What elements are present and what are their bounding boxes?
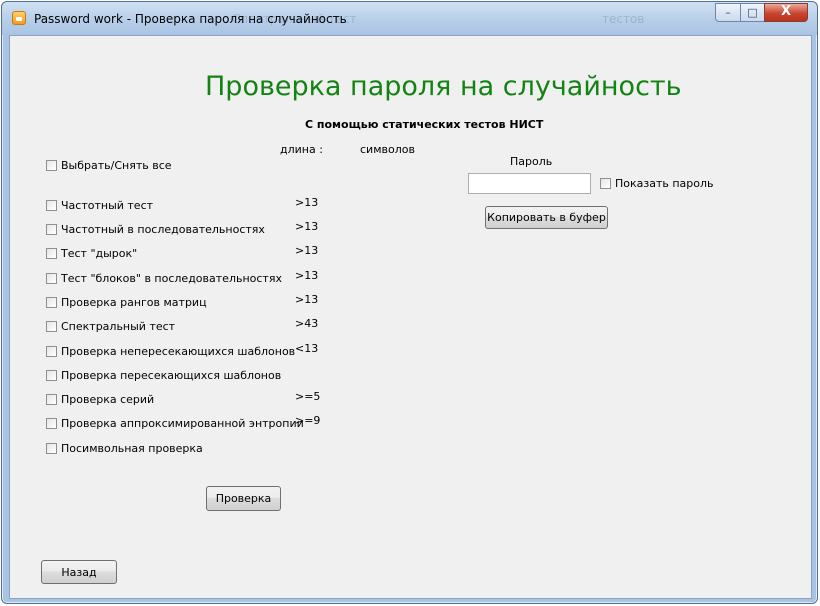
app-window: Спектральный тест тестов Password work -…: [1, 1, 818, 604]
checkbox-box[interactable]: [46, 160, 57, 171]
test-threshold: >43: [295, 317, 319, 330]
window-title: Password work - Проверка пароля на случа…: [34, 12, 347, 26]
checkbox-box[interactable]: [46, 346, 57, 357]
test-threshold: >13: [295, 196, 319, 209]
test-checkbox-matrix-rank[interactable]: Проверка рангов матриц: [46, 296, 207, 309]
test-checkbox-block-frequency[interactable]: Частотный в последовательностях: [46, 223, 265, 236]
test-checkbox-spectral[interactable]: Спектральный тест: [46, 320, 175, 333]
test-threshold: <13: [295, 342, 319, 355]
checkbox-box[interactable]: [46, 418, 57, 429]
checkbox-box[interactable]: [600, 178, 611, 189]
minimize-button[interactable]: –: [715, 3, 741, 22]
select-all-checkbox[interactable]: Выбрать/Снять все: [46, 159, 172, 172]
checkbox-box[interactable]: [46, 297, 57, 308]
maximize-button[interactable]: □: [740, 3, 765, 22]
test-checkbox-frequency[interactable]: Частотный тест: [46, 199, 153, 212]
password-label: Пароль: [510, 155, 553, 168]
checkbox-box[interactable]: [46, 224, 57, 235]
test-label: Тест "дырок": [61, 247, 138, 260]
title-bar[interactable]: Спектральный тест тестов Password work -…: [2, 2, 817, 35]
test-label: Частотный в последовательностях: [61, 223, 265, 236]
test-checkbox-runs[interactable]: Проверка серий: [46, 393, 154, 406]
checkbox-box[interactable]: [46, 248, 57, 259]
test-threshold: >13: [295, 269, 319, 282]
copy-to-clipboard-button[interactable]: Копировать в буфер: [485, 206, 608, 229]
length-unit: символов: [360, 143, 415, 156]
test-checkbox-overlapping[interactable]: Проверка пересекающихся шаблонов: [46, 369, 281, 382]
form-client-area: Проверка пароля на случайность С помощью…: [9, 35, 812, 599]
show-password-label: Показать пароль: [615, 177, 714, 190]
checkbox-box[interactable]: [46, 370, 57, 381]
test-label: Проверка аппроксимированной энтропии: [61, 417, 304, 430]
test-label: Проверка серий: [61, 393, 155, 406]
test-label: Частотный тест: [61, 199, 154, 212]
check-button[interactable]: Проверка: [206, 486, 281, 511]
page-title: Проверка пароля на случайность: [205, 71, 682, 102]
app-icon: [12, 11, 26, 25]
background-tab-ghost: тестов: [602, 12, 645, 26]
checkbox-box[interactable]: [46, 394, 57, 405]
show-password-checkbox[interactable]: Показать пароль: [600, 177, 714, 190]
test-label: Посимвольная проверка: [61, 442, 203, 455]
test-label: Спектральный тест: [61, 320, 176, 333]
test-checkbox-gaps[interactable]: Тест "дырок": [46, 247, 137, 260]
test-threshold: >13: [295, 244, 319, 257]
select-all-label: Выбрать/Снять все: [61, 159, 172, 172]
test-threshold: >=9: [295, 414, 321, 427]
test-label: Проверка рангов матриц: [61, 296, 207, 309]
checkbox-box[interactable]: [46, 273, 57, 284]
length-label: длина :: [280, 143, 323, 156]
test-threshold: >13: [295, 220, 319, 233]
test-threshold: >13: [295, 293, 319, 306]
test-label: Проверка непересекающихся шаблонов: [61, 345, 296, 358]
test-threshold: >=5: [295, 390, 321, 403]
test-checkbox-per-symbol[interactable]: Посимвольная проверка: [46, 442, 203, 455]
checkbox-box[interactable]: [46, 321, 57, 332]
test-label: Проверка пересекающихся шаблонов: [61, 369, 282, 382]
test-label: Тест "блоков" в последовательностях: [61, 272, 282, 285]
close-button[interactable]: X: [764, 3, 808, 22]
test-checkbox-blocks[interactable]: Тест "блоков" в последовательностях: [46, 272, 282, 285]
password-input[interactable]: [468, 173, 591, 194]
test-checkbox-approx-entropy[interactable]: Проверка аппроксимированной энтропии: [46, 417, 304, 430]
checkbox-box[interactable]: [46, 443, 57, 454]
back-button[interactable]: Назад: [41, 560, 117, 584]
checkbox-box[interactable]: [46, 200, 57, 211]
test-checkbox-non-overlapping[interactable]: Проверка непересекающихся шаблонов: [46, 345, 295, 358]
page-subtitle: С помощью статических тестов НИСТ: [305, 118, 544, 131]
